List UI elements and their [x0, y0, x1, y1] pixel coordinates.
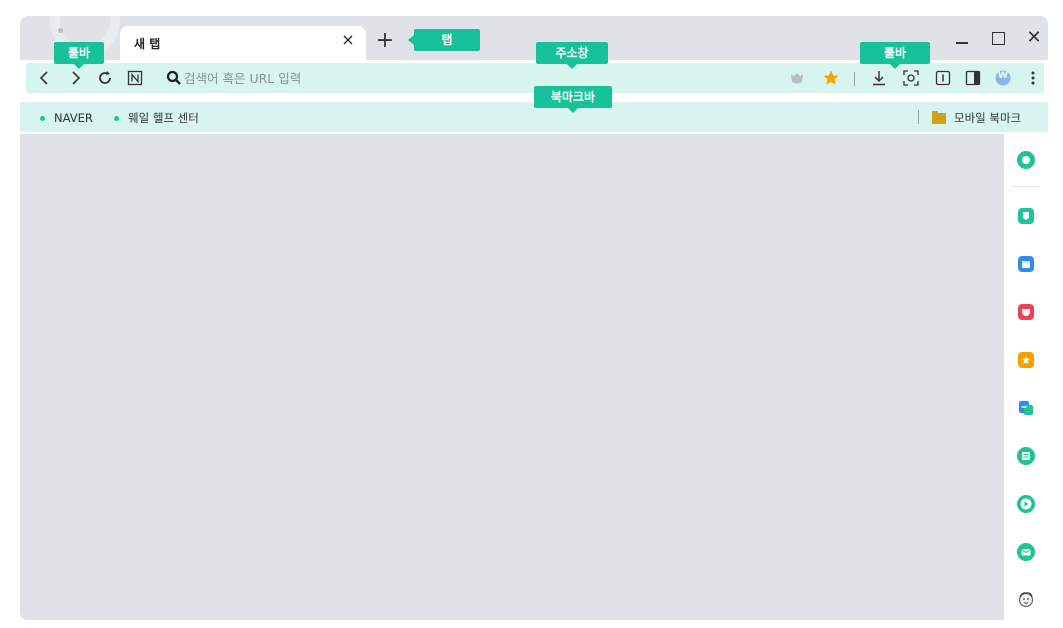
- bookmark-naver[interactable]: NAVER: [40, 110, 93, 126]
- search-icon: [166, 70, 181, 85]
- bookmark-whale-help[interactable]: 웨일 헬프 센터: [114, 110, 199, 126]
- calendar-icon[interactable]: [1016, 254, 1036, 274]
- browser-window: 새 탭 × + ✕ 검색어 혹은 URL 입력 W NAVER 웨일 헬프 센터…: [20, 16, 1048, 620]
- download-icon[interactable]: [870, 69, 888, 87]
- bookmark-label: 웨일 헬프 센터: [128, 111, 199, 125]
- video-play-icon[interactable]: [1016, 494, 1036, 514]
- page-content-area[interactable]: [20, 134, 1004, 620]
- toolbar-separator: [854, 72, 855, 86]
- whale-help-favicon-icon: [114, 115, 119, 121]
- right-sidebar: [1004, 134, 1048, 620]
- profile-avatar-initial: W: [998, 71, 1008, 81]
- bookmark-label: NAVER: [54, 111, 93, 125]
- green-dot-app-icon[interactable]: [1016, 150, 1036, 170]
- profile-avatar-icon[interactable]: W: [994, 69, 1012, 87]
- address-input[interactable]: [184, 66, 784, 90]
- address-bar[interactable]: [166, 66, 846, 90]
- naver-home-icon[interactable]: [126, 69, 144, 87]
- tab-title: 새 탭: [134, 37, 161, 51]
- forward-icon[interactable]: [66, 69, 84, 87]
- more-menu-icon[interactable]: [1024, 69, 1042, 87]
- reload-icon[interactable]: [96, 69, 114, 87]
- mobile-bookmarks-label: 모바일 북마크: [954, 111, 1022, 125]
- folder-icon: [932, 110, 946, 124]
- capture-icon[interactable]: [902, 69, 920, 87]
- star-favorite-icon[interactable]: [1016, 350, 1036, 370]
- tab-close-icon[interactable]: ×: [340, 32, 356, 48]
- memo-icon[interactable]: [1016, 446, 1036, 466]
- reader-icon[interactable]: [934, 69, 952, 87]
- callout-toolbar-right: 툴바: [860, 42, 930, 69]
- callout-bookmark-bar: 북마크바: [534, 86, 612, 113]
- window-close-button[interactable]: ✕: [1022, 28, 1046, 48]
- mobile-bookmarks-folder[interactable]: 모바일 북마크: [932, 110, 1021, 126]
- mail-icon[interactable]: [1016, 542, 1036, 562]
- tab-active[interactable]: 새 탭 ×: [120, 26, 366, 60]
- naver-favicon-icon: [40, 115, 45, 121]
- profile-face-icon[interactable]: [1016, 590, 1036, 610]
- decorative-dot: [58, 28, 63, 33]
- callout-toolbar-left: 툴바: [54, 42, 104, 69]
- maximize-button[interactable]: [986, 28, 1010, 48]
- callout-address-bar: 주소창: [536, 42, 608, 69]
- bookmark-separator: [918, 110, 919, 124]
- translate-icon[interactable]: [1016, 398, 1036, 418]
- pocket-icon[interactable]: [1016, 302, 1036, 322]
- sidebar-toggle-icon[interactable]: [964, 69, 982, 87]
- callout-tab: 탭: [408, 29, 480, 51]
- minimize-button[interactable]: [950, 28, 974, 48]
- whale-shield-icon[interactable]: [788, 69, 806, 87]
- back-icon[interactable]: [36, 69, 54, 87]
- bookmark-star-icon[interactable]: [822, 69, 840, 87]
- sidebar-separator: [1012, 186, 1040, 187]
- new-tab-button[interactable]: +: [374, 30, 396, 52]
- chat-bubble-icon[interactable]: [1016, 206, 1036, 226]
